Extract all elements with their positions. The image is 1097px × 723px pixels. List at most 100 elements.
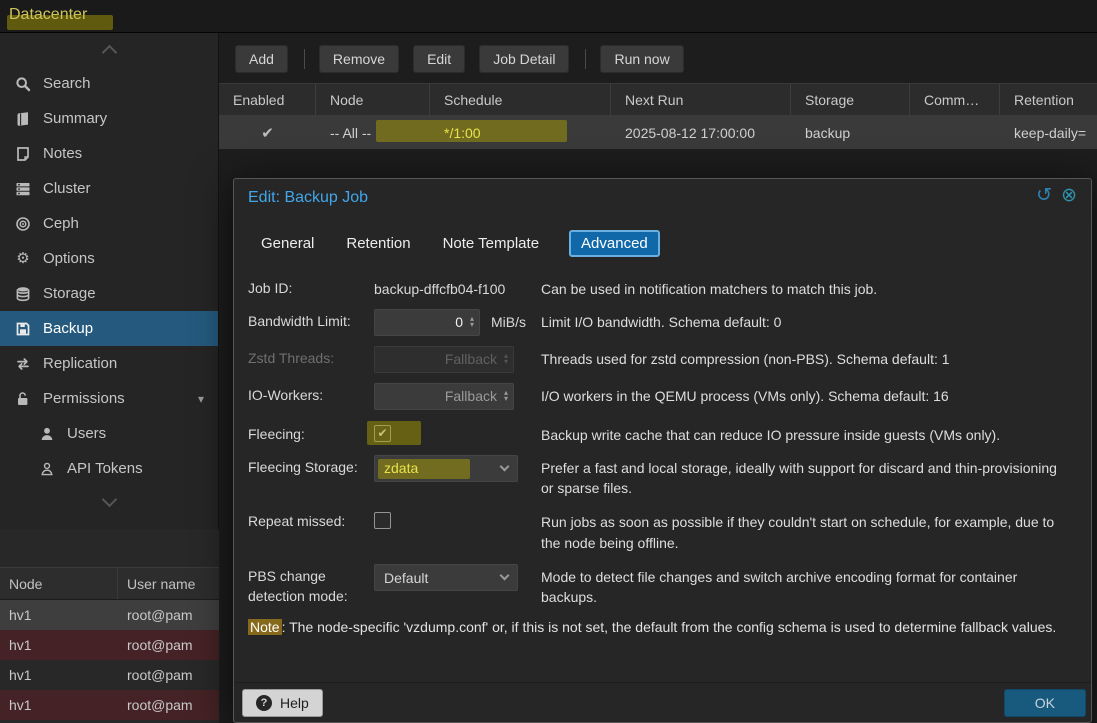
toolbar-button-run-now[interactable]: Run now bbox=[600, 45, 683, 73]
tasks-column-header-user-name[interactable]: User name bbox=[118, 568, 233, 599]
help-button[interactable]: ? Help bbox=[242, 689, 323, 717]
jobs-column-header-node[interactable]: Node bbox=[316, 84, 430, 115]
sidebar-item-cluster[interactable]: Cluster bbox=[0, 171, 218, 206]
jobs-table-row[interactable]: ✔-- All --*/1:002025-08-12 17:00:00backu… bbox=[219, 116, 1097, 149]
dialog-header: Edit: Backup Job ↺ ⊗ bbox=[234, 179, 1091, 219]
column-header-label: Schedule bbox=[444, 92, 502, 108]
tasks-column-header-node[interactable]: Node bbox=[0, 568, 118, 599]
field-control-job-id: backup-dffcfb04-f100 bbox=[374, 275, 541, 300]
field-row-pbs-change-detection-mode: PBS change detection mode:DefaultMode to… bbox=[248, 563, 1073, 608]
task-row[interactable]: hv1root@pam bbox=[0, 630, 233, 660]
note-icon bbox=[14, 146, 32, 162]
sidebar-item-users[interactable]: Users bbox=[0, 416, 218, 451]
column-header-label: Next Run bbox=[625, 92, 683, 108]
top-bar: Datacenter bbox=[0, 0, 1097, 33]
tab-general[interactable]: General bbox=[259, 231, 316, 256]
field-label-repeat-missed: Repeat missed: bbox=[248, 508, 374, 532]
jobs-column-header-comm-[interactable]: Comm… bbox=[910, 84, 1000, 115]
fleecing-checkbox[interactable]: ✔ bbox=[374, 425, 391, 442]
task-row[interactable]: hv1root@pam bbox=[0, 600, 233, 630]
sidebar-item-search[interactable]: Search bbox=[0, 66, 218, 101]
caret-down-icon[interactable]: ▾ bbox=[198, 392, 204, 406]
fleecing-storage-select[interactable]: zdata bbox=[374, 455, 518, 482]
pbs-change-detection-mode-select[interactable]: Default bbox=[374, 564, 518, 591]
note-badge: Note bbox=[248, 619, 282, 635]
spinner-arrows-icon[interactable]: ▴▾ bbox=[470, 316, 474, 328]
toolbar-button-job-detail[interactable]: Job Detail bbox=[479, 45, 569, 73]
repeat-missed-checkbox[interactable] bbox=[374, 512, 391, 529]
jobs-column-header-storage[interactable]: Storage bbox=[791, 84, 910, 115]
toolbar-button-remove[interactable]: Remove bbox=[319, 45, 399, 73]
toolbar-button-add[interactable]: Add bbox=[235, 45, 288, 73]
sidebar: SearchSummaryNotesClusterCeph⚙OptionsSto… bbox=[0, 33, 219, 529]
storage-cell: backup bbox=[791, 116, 910, 149]
user-outline-icon bbox=[38, 461, 56, 477]
io-workers-spinner[interactable]: Fallback ▴▾ bbox=[374, 383, 514, 410]
column-header-label: Storage bbox=[805, 92, 854, 108]
sidebar-item-label: Backup bbox=[43, 320, 93, 337]
sidebar-item-backup[interactable]: Backup bbox=[0, 311, 218, 346]
column-header-label: Retention bbox=[1014, 92, 1074, 108]
task-node-cell: hv1 bbox=[0, 607, 118, 623]
job-id-value: backup-dffcfb04-f100 bbox=[374, 276, 506, 300]
jobs-column-header-schedule[interactable]: Schedule bbox=[430, 84, 611, 115]
io-workers-value: Fallback bbox=[445, 388, 497, 404]
book-icon bbox=[14, 111, 32, 127]
task-user-cell: root@pam bbox=[118, 607, 233, 623]
dialog-tabs: General Retention Note Template Advanced bbox=[234, 223, 1091, 263]
sidebar-item-label: Options bbox=[43, 250, 95, 267]
jobs-column-header-next-run[interactable]: Next Run bbox=[611, 84, 791, 115]
dialog-body: Job ID:backup-dffcfb04-f100 Can be used i… bbox=[234, 263, 1091, 638]
spinner-arrows-icon[interactable]: ▴▾ bbox=[504, 390, 508, 402]
unlock-icon bbox=[14, 391, 32, 407]
column-header-label: Comm… bbox=[924, 92, 979, 108]
field-description-repeat-missed: Run jobs as soon as possible if they cou… bbox=[541, 508, 1073, 553]
field-control-zstd-threads: Fallback▴▾ bbox=[374, 345, 541, 373]
tab-advanced[interactable]: Advanced bbox=[569, 230, 660, 257]
dialog-title: Edit: Backup Job bbox=[248, 189, 368, 207]
chevron-down-icon bbox=[500, 461, 510, 471]
sidebar-item-ceph[interactable]: Ceph bbox=[0, 206, 218, 241]
task-user-cell: root@pam bbox=[118, 667, 233, 683]
tab-note-template[interactable]: Note Template bbox=[441, 231, 541, 256]
task-node-cell: hv1 bbox=[0, 697, 118, 713]
task-row[interactable]: hv1root@pam bbox=[0, 690, 233, 720]
field-control-io-workers: Fallback ▴▾ bbox=[374, 382, 541, 410]
sidebar-item-api-tokens[interactable]: API Tokens bbox=[0, 451, 218, 486]
dialog-footer: ? Help OK bbox=[234, 682, 1091, 722]
field-row-repeat-missed: Repeat missed: Run jobs as soon as possib… bbox=[248, 508, 1073, 553]
field-description-job-id: Can be used in notification matchers to … bbox=[541, 275, 1073, 299]
toolbar-separator bbox=[304, 49, 305, 69]
task-node-cell: hv1 bbox=[0, 667, 118, 683]
retention-cell: keep-daily= bbox=[1000, 116, 1097, 149]
edit-backup-job-dialog: Edit: Backup Job ↺ ⊗ General Retention Not… bbox=[233, 178, 1092, 723]
field-description-fleecing-storage: Prefer a fast and local storage, ideally… bbox=[541, 454, 1073, 499]
sidebar-item-replication[interactable]: Replication bbox=[0, 346, 218, 381]
field-label-fleecing: Fleecing: bbox=[248, 421, 374, 445]
bandwidth-limit-spinner[interactable]: 0▴▾ bbox=[374, 309, 480, 336]
zstd-threads-value: Fallback bbox=[445, 351, 497, 367]
sidebar-item-options[interactable]: ⚙Options bbox=[0, 241, 218, 276]
field-row-zstd-threads: Zstd Threads:Fallback▴▾Threads used for … bbox=[248, 345, 1073, 373]
column-header-label: Enabled bbox=[233, 92, 284, 108]
task-user-cell: root@pam bbox=[118, 637, 233, 653]
jobs-column-header-retention[interactable]: Retention bbox=[1000, 84, 1097, 115]
field-label-job-id: Job ID: bbox=[248, 275, 374, 299]
close-icon[interactable]: ⊗ bbox=[1061, 186, 1077, 205]
sidebar-item-storage[interactable]: Storage bbox=[0, 276, 218, 311]
chevron-down-icon[interactable] bbox=[101, 492, 117, 508]
field-row-fleecing-storage: Fleecing Storage:zdataPrefer a fast and … bbox=[248, 454, 1073, 499]
field-label-bandwidth-limit: Bandwidth Limit: bbox=[248, 308, 374, 332]
chevron-up-icon[interactable] bbox=[101, 45, 117, 61]
tab-retention[interactable]: Retention bbox=[344, 231, 412, 256]
toolbar-button-edit[interactable]: Edit bbox=[413, 45, 465, 73]
note-text: : The node-specific 'vzdump.conf' or, if… bbox=[282, 619, 1057, 635]
task-row[interactable]: hv1root@pam bbox=[0, 660, 233, 690]
reset-undo-icon[interactable]: ↺ bbox=[1036, 186, 1052, 205]
sidebar-item-notes[interactable]: Notes bbox=[0, 136, 218, 171]
bandwidth-limit-unit: MiB/s bbox=[491, 314, 526, 330]
jobs-column-header-enabled[interactable]: Enabled bbox=[219, 84, 316, 115]
ok-button[interactable]: OK bbox=[1004, 689, 1086, 717]
sidebar-item-summary[interactable]: Summary bbox=[0, 101, 218, 136]
sidebar-item-permissions[interactable]: Permissions▾ bbox=[0, 381, 218, 416]
